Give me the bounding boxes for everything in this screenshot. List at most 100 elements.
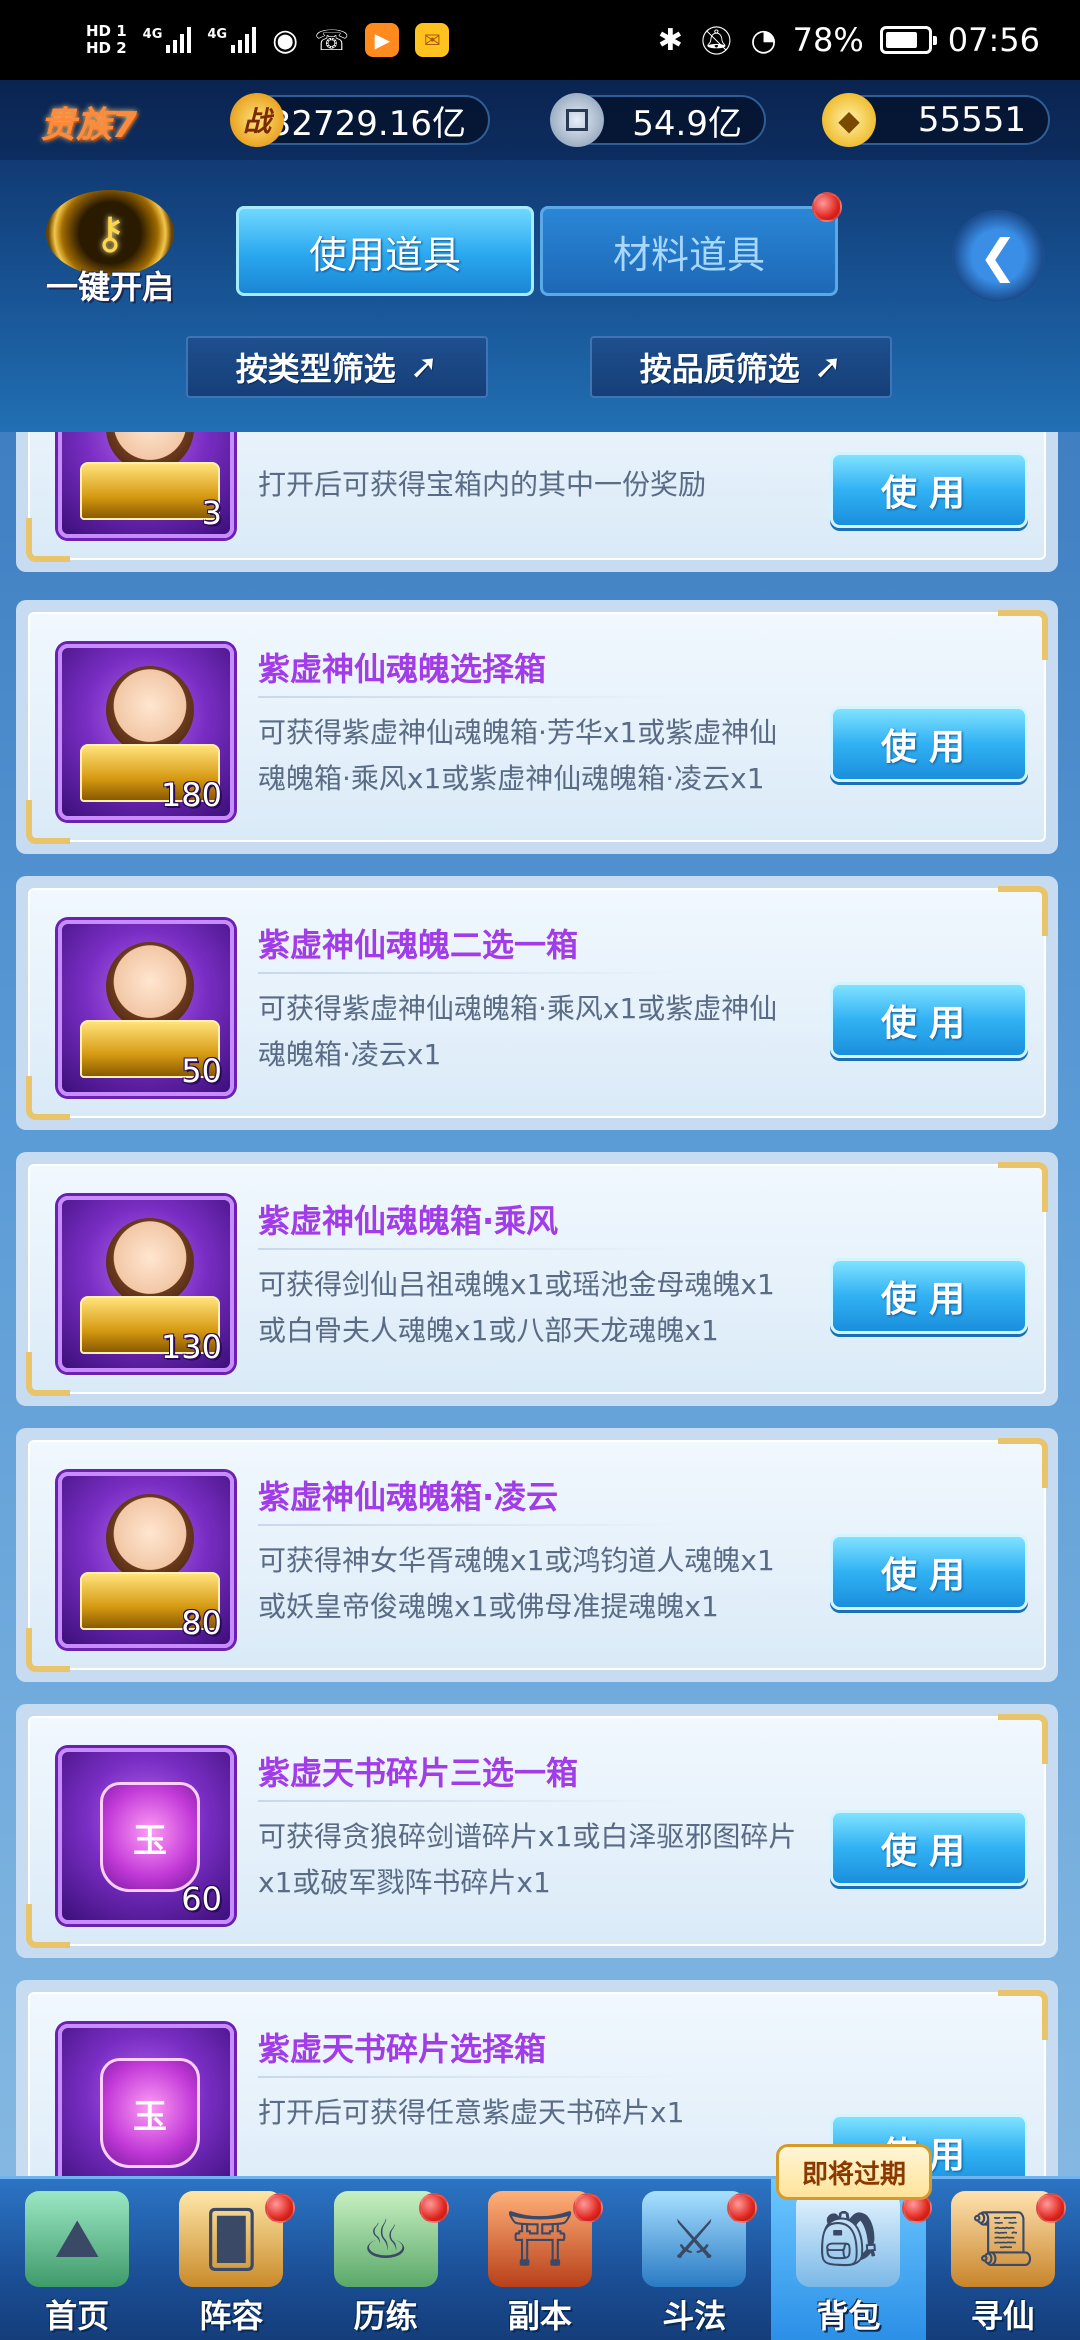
chest-icon (106, 942, 194, 1030)
item-card: 130 紫虚神仙魂魄箱·乘风 可获得剑仙吕祖魂魄x1或瑶池金母魂魄x1或白骨夫人… (16, 1152, 1058, 1406)
item-card: 3 打开后可获得宝箱内的其中一份奖励 使用 (16, 432, 1058, 572)
filter-by-quality-button[interactable]: 按品质筛选 ➚ (590, 336, 892, 398)
nav-dungeon[interactable]: ⛩ 副本 (463, 2179, 617, 2340)
use-item-button[interactable]: 使用 (830, 1258, 1028, 1334)
use-item-button[interactable]: 使用 (830, 982, 1028, 1058)
name-divider (258, 1524, 678, 1526)
item-description: 可获得神女华胥魂魄x1或鸿钧道人魂魄x1或妖皇帝俊魂魄x1或佛母准提魂魄x1 (258, 1544, 775, 1623)
item-description: 可获得贪狼碎剑谱碎片x1或白泽驱邪图碎片x1或破军戮阵书碎片x1 (258, 1820, 797, 1899)
item-name: 紫虚神仙魂魄选择箱 (258, 650, 547, 688)
resource-bar: 贵族7 战 132729.16亿 54.9亿 ◆ 55551 (0, 80, 1080, 160)
nav-label: 副本 (507, 2297, 572, 2335)
back-button[interactable]: ❮ (952, 210, 1044, 302)
phone-missed-icon: ☏ (314, 23, 350, 57)
item-card: 50 紫虚神仙魂魄二选一箱 可获得紫虚神仙魂魄箱·乘风x1或紫虚神仙魂魄箱·凌云… (16, 876, 1058, 1130)
item-name: 紫虚天书碎片三选一箱 (258, 1754, 579, 1792)
item-icon-slot[interactable]: 180 (58, 644, 234, 820)
item-card: 玉 60 紫虚天书碎片三选一箱 可获得贪狼碎剑谱碎片x1或白泽驱邪图碎片x1或破… (16, 1704, 1058, 1958)
bottom-navigation: ⛰ 首页 🂠 阵容 ♨ 历练 ⛩ 副本 ⚔ 斗法 🎒︎ 背包 📜︎ 寻仙 (0, 2176, 1080, 2340)
gold-corner-ornament (998, 886, 1048, 936)
filter-by-type-button[interactable]: 按类型筛选 ➚ (186, 336, 488, 398)
tab-use-items[interactable]: 使用道具 (236, 206, 534, 296)
item-description: 可获得紫虚神仙魂魄箱·乘风x1或紫虚神仙魂魄箱·凌云x1 (258, 992, 778, 1071)
name-divider (258, 1800, 678, 1802)
arrow-right-icon: ➚ (813, 347, 843, 387)
back-arrow-icon: ❮ (978, 229, 1018, 283)
item-icon-slot[interactable]: 50 (58, 920, 234, 1096)
gold-corner-ornament (998, 1438, 1048, 1488)
mute-bell-icon: 🔕︎ (698, 23, 735, 57)
use-item-button[interactable]: 使用 (830, 452, 1028, 528)
gold-ingot-icon: ◆ (822, 93, 876, 147)
nav-training[interactable]: ♨ 历练 (309, 2179, 463, 2340)
gold-corner-ornament (998, 610, 1048, 660)
gold-corner-ornament (998, 1714, 1048, 1764)
item-card-panel: 80 紫虚神仙魂魄箱·凌云 可获得神女华胥魂魄x1或鸿钧道人魂魄x1或妖皇帝俊魂… (26, 1438, 1048, 1672)
item-card-panel: 3 打开后可获得宝箱内的其中一份奖励 使用 (26, 432, 1046, 562)
nav-lineup[interactable]: 🂠 阵容 (154, 2179, 308, 2340)
item-icon-slot[interactable]: 130 (58, 1196, 234, 1372)
nav-battle[interactable]: ⚔ 斗法 (617, 2179, 771, 2340)
arrow-right-icon: ➚ (409, 347, 439, 387)
use-item-button[interactable]: 使用 (830, 1534, 1028, 1610)
gold-display[interactable]: ◆ 55551 (822, 93, 1050, 147)
name-divider (258, 1248, 678, 1250)
nav-notification-dot (418, 2193, 449, 2223)
nav-label: 斗法 (662, 2297, 727, 2335)
signal-2: 4G (207, 27, 257, 53)
filter-by-type-label: 按类型筛选 (235, 350, 396, 388)
item-card: 80 紫虚神仙魂魄箱·凌云 可获得神女华胥魂魄x1或鸿钧道人魂魄x1或妖皇帝俊魂… (16, 1428, 1058, 1682)
item-name: 紫虚神仙魂魄箱·乘风 (258, 1202, 559, 1240)
nav-home[interactable]: ⛰ 首页 (0, 2179, 154, 2340)
nav-quest[interactable]: 📜︎ 寻仙 (926, 2179, 1080, 2340)
battle-power-icon: 战 (230, 93, 284, 147)
item-count: 50 (181, 1052, 222, 1090)
use-item-button[interactable]: 使用 (830, 1810, 1028, 1886)
network-type-1: 4G (142, 27, 163, 42)
power-display: 战 132729.16亿 (230, 93, 490, 147)
item-description: 打开后可获得宝箱内的其中一份奖励 (258, 468, 707, 501)
item-list[interactable]: 3 打开后可获得宝箱内的其中一份奖励 使用 180 紫虚神仙魂魄选择箱 可获得紫… (0, 432, 1080, 2176)
speed-gauge-icon: ◔ (750, 22, 777, 58)
item-card-panel: 50 紫虚神仙魂魄二选一箱 可获得紫虚神仙魂魄箱·乘风x1或紫虚神仙魂魄箱·凌云… (26, 886, 1048, 1120)
nav-label: 背包 (816, 2297, 881, 2335)
vip-level-badge[interactable]: 贵族7 (40, 96, 137, 148)
filter-by-quality-label: 按品质筛选 (639, 350, 800, 388)
one-key-open-button[interactable]: ⚷ 一键开启 (30, 190, 190, 308)
item-icon-slot[interactable]: 80 (58, 1472, 234, 1648)
use-item-button[interactable]: 使用 (830, 706, 1028, 782)
bluetooth-icon: ✱ (657, 22, 683, 58)
tab-material-items[interactable]: 材料道具 (540, 206, 838, 296)
item-count: 180 (160, 776, 222, 814)
chest-icon (106, 666, 194, 754)
inventory-header: 贵族7 战 132729.16亿 54.9亿 ◆ 55551 ⚷ 一键开启 使用… (0, 80, 1080, 432)
name-divider (258, 696, 678, 698)
signal-bars-icon (166, 27, 192, 53)
item-count: 3 (201, 494, 222, 532)
name-divider (258, 2076, 678, 2078)
coin-display[interactable]: 54.9亿 (550, 93, 766, 147)
one-key-open-label: 一键开启 (45, 268, 174, 306)
item-icon-slot[interactable]: 玉 (58, 2024, 234, 2176)
item-description: 可获得剑仙吕祖魂魄x1或瑶池金母魂魄x1或白骨夫人魂魄x1或八部天龙魂魄x1 (258, 1268, 775, 1347)
item-count: 60 (181, 1880, 222, 1918)
nav-label: 首页 (45, 2297, 110, 2335)
bag-icon: 玉 (100, 2058, 200, 2168)
nav-notification-dot (573, 2193, 604, 2223)
signal-1: 4G (143, 27, 192, 53)
treasure-chest-art (80, 462, 220, 520)
chest-icon (106, 1218, 194, 1306)
material-tab-notification-dot (812, 192, 842, 222)
signal-bars-icon (231, 27, 257, 53)
item-count: 80 (181, 1604, 222, 1642)
item-icon-slot[interactable]: 3 (58, 432, 234, 538)
item-icon-slot[interactable]: 玉 60 (58, 1748, 234, 1924)
copper-coin-icon (550, 93, 604, 147)
home-island-icon: ⛰ (25, 2191, 130, 2287)
nav-backpack[interactable]: 🎒︎ 背包 (771, 2179, 932, 2340)
nav-notification-dot (727, 2193, 758, 2223)
name-divider (258, 972, 678, 974)
nav-label: 寻仙 (970, 2297, 1035, 2335)
item-name: 紫虚天书碎片选择箱 (258, 2030, 547, 2068)
nav-notification-dot (264, 2193, 295, 2223)
